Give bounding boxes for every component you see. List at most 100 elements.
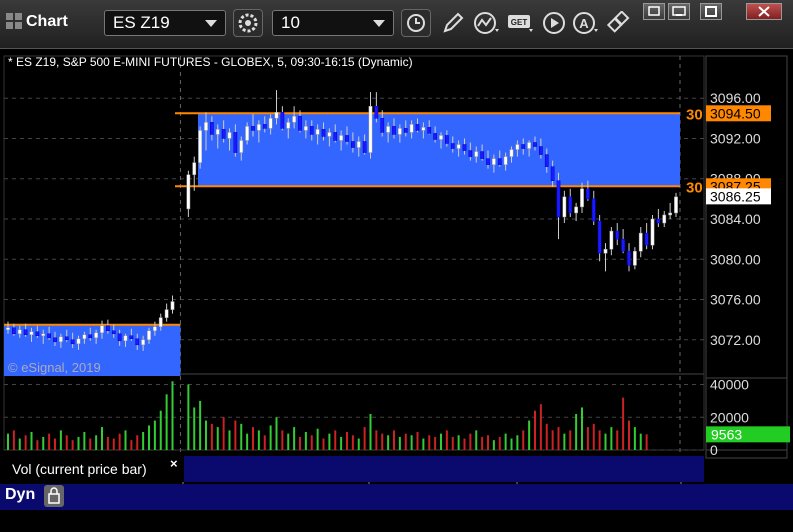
candle-body xyxy=(603,248,608,254)
candle-body xyxy=(117,333,122,342)
get-icon: GET xyxy=(508,15,533,32)
candle-body xyxy=(380,118,385,133)
y-tick-label: 3072.00 xyxy=(710,332,761,348)
candle-body xyxy=(415,124,420,131)
candle-body xyxy=(486,158,490,165)
candle-body xyxy=(544,154,549,167)
play-button[interactable] xyxy=(542,11,568,35)
volume-tick-label: 20000 xyxy=(710,409,749,425)
lock-button[interactable] xyxy=(44,485,64,507)
zone-marker-label: 30 xyxy=(686,106,703,123)
candle-body xyxy=(76,338,81,345)
candle-body xyxy=(123,335,128,342)
candle-body xyxy=(251,126,255,131)
candle-body xyxy=(6,327,10,330)
candle-body xyxy=(23,329,28,336)
candle-body xyxy=(41,333,46,337)
interval-clock-button[interactable] xyxy=(401,9,431,37)
candle-body xyxy=(88,334,93,339)
candle-body xyxy=(186,174,191,210)
candle-body xyxy=(345,135,349,142)
studies-button[interactable] xyxy=(473,11,499,35)
candle-body xyxy=(356,141,361,148)
status-bar xyxy=(0,484,793,510)
play-icon xyxy=(543,12,565,34)
candle-body xyxy=(621,238,625,252)
candle-body xyxy=(609,230,614,250)
pencil-button[interactable] xyxy=(440,11,466,35)
candle-body xyxy=(100,325,104,334)
svg-text:GET: GET xyxy=(511,18,528,27)
alert-button[interactable]: A xyxy=(572,11,598,35)
grid-icon xyxy=(6,13,22,29)
window-minimize-button[interactable] xyxy=(668,3,690,20)
candle-body xyxy=(674,196,678,214)
window-close-button[interactable] xyxy=(746,3,782,20)
candle-body xyxy=(198,130,202,163)
candle-body xyxy=(650,218,655,246)
symbol-combo[interactable]: ES Z19 xyxy=(104,10,226,36)
window-back-icon xyxy=(648,6,660,16)
link-icon xyxy=(606,10,630,33)
chart-header: * ES Z19, S&P 500 E-MINI FUTURES - GLOBE… xyxy=(8,55,413,69)
app-title[interactable]: Chart xyxy=(6,13,68,31)
interval-combo[interactable]: 10 xyxy=(272,10,394,36)
candle-body xyxy=(59,336,63,343)
candle-body xyxy=(339,135,343,141)
candle-body xyxy=(580,188,584,208)
candle-body xyxy=(374,106,379,119)
candle-body xyxy=(221,129,226,139)
chevron-down-icon[interactable] xyxy=(373,20,385,27)
candle-body xyxy=(503,156,508,165)
candle-body xyxy=(398,128,402,135)
volume-study-label[interactable]: Vol (current price bar) xyxy=(4,456,184,482)
candle-body xyxy=(158,317,163,327)
get-button[interactable]: GET xyxy=(507,11,533,35)
candle-body xyxy=(462,144,467,151)
chevron-down-icon[interactable] xyxy=(205,20,217,27)
candle-body xyxy=(262,124,267,129)
candle-body xyxy=(53,337,57,343)
candle-body xyxy=(597,220,602,254)
price-label: 3086.25 xyxy=(710,188,761,204)
toolbar: Chart ES Z19 10 GET A xyxy=(0,0,793,49)
candle-body xyxy=(170,301,175,310)
candle-body xyxy=(515,144,520,150)
candle-body xyxy=(135,338,140,346)
candle-body xyxy=(286,122,291,129)
volume-tick-label: 40000 xyxy=(710,377,749,393)
candle-body xyxy=(615,230,620,240)
candle-body xyxy=(392,126,396,135)
candle-body xyxy=(227,132,232,139)
candle-body xyxy=(427,127,432,134)
link-button[interactable] xyxy=(606,10,632,35)
candle-body xyxy=(668,212,672,216)
candle-body xyxy=(439,135,443,140)
candle-body xyxy=(421,127,426,131)
window-maximize-button[interactable] xyxy=(700,3,722,20)
y-tick-label: 3076.00 xyxy=(710,292,761,308)
close-icon[interactable]: × xyxy=(170,456,178,471)
candle-body xyxy=(106,325,110,331)
candle-body xyxy=(29,331,34,336)
symbol-settings-button[interactable] xyxy=(233,9,263,37)
candle-body xyxy=(268,118,273,129)
candle-body xyxy=(539,146,543,155)
candle-body xyxy=(129,335,134,340)
candle-body xyxy=(562,196,567,218)
candle-body xyxy=(257,124,261,131)
candle-body xyxy=(35,331,40,337)
candle-body xyxy=(533,142,537,147)
dynamic-label[interactable]: Dyn xyxy=(5,486,35,504)
window-back-button[interactable] xyxy=(643,3,665,20)
candle-body xyxy=(568,196,573,214)
candle-body xyxy=(239,140,244,153)
candle-body xyxy=(492,158,496,165)
candle-body xyxy=(456,144,461,149)
candle-body xyxy=(509,149,514,157)
pencil-icon xyxy=(443,12,464,33)
gear-icon xyxy=(238,13,258,33)
candle-body xyxy=(403,128,408,133)
candle-body xyxy=(527,142,531,149)
candle-body xyxy=(368,106,373,153)
